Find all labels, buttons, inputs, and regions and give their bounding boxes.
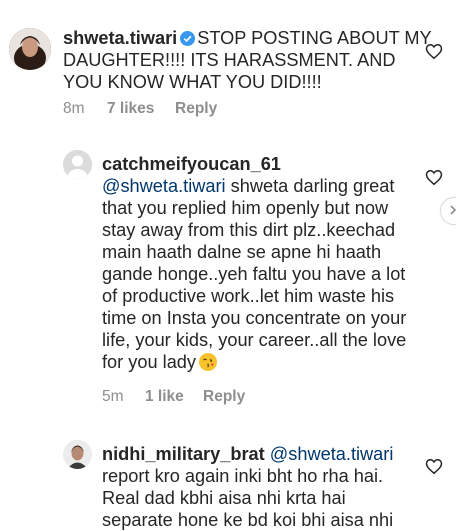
comment-meta: 8m 7 likes Reply <box>63 100 217 118</box>
verified-badge-icon <box>180 31 196 46</box>
timestamp: 8m <box>63 100 85 117</box>
comment-catchmeifyoucan: catchmeifyoucan_61 @shweta.tiwari shweta… <box>0 130 456 430</box>
comment-text: shweta.tiwari STOP POSTING ABOUT MY DAUGH… <box>63 27 435 93</box>
mention-link[interactable]: @shweta.tiwari <box>102 176 226 196</box>
kiss-emoji-icon <box>199 353 218 371</box>
comment-shweta: shweta.tiwari STOP POSTING ABOUT MY DAUGH… <box>0 0 456 130</box>
username[interactable]: shweta.tiwari <box>63 28 177 48</box>
comment-text: nidhi_military_brat @shweta.tiwari repor… <box>102 443 420 531</box>
chevron-right-icon <box>450 205 456 215</box>
comment-nidhi: nidhi_military_brat @shweta.tiwari repor… <box>0 430 456 530</box>
likes-count[interactable]: 7 likes <box>107 100 175 118</box>
heart-icon[interactable] <box>425 169 443 186</box>
heart-icon[interactable] <box>425 43 443 60</box>
mention-link[interactable]: @shweta.tiwari <box>270 444 394 464</box>
avatar[interactable] <box>9 28 51 70</box>
comment-text: catchmeifyoucan_61 @shweta.tiwari shweta… <box>102 153 418 373</box>
likes-count[interactable]: 1 like <box>145 388 203 406</box>
avatar[interactable] <box>63 150 92 179</box>
username[interactable]: catchmeifyoucan_61 <box>102 154 281 174</box>
avatar[interactable] <box>63 440 92 469</box>
heart-icon[interactable] <box>425 458 443 475</box>
username[interactable]: nidhi_military_brat <box>102 444 265 464</box>
reply-button[interactable]: Reply <box>203 388 245 406</box>
comment-body: shweta darling great that you replied hi… <box>102 176 407 372</box>
reply-button[interactable]: Reply <box>175 100 217 118</box>
comment-body: report kro again inki bht ho rha hai. Re… <box>102 466 394 530</box>
timestamp: 5m <box>102 388 124 405</box>
comment-meta: 5m 1 like Reply <box>102 388 245 406</box>
